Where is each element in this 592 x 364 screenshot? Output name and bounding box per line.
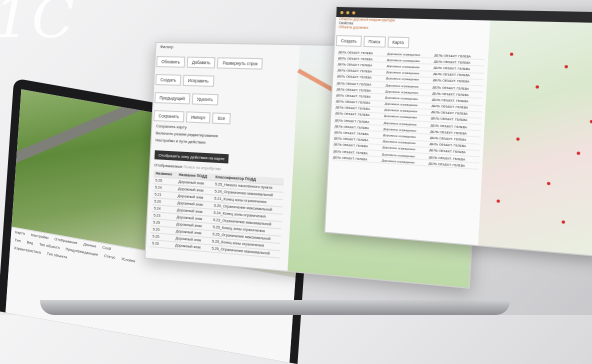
filter-search-input[interactable]: Поиск по атрибутам xyxy=(183,164,221,171)
toolbar-button[interactable]: Добавить xyxy=(187,57,216,69)
filter-dropdown[interactable]: Вид xyxy=(27,240,34,245)
tool-button[interactable]: Сохранить xyxy=(153,110,184,122)
map-pin-icon[interactable] xyxy=(536,85,539,88)
topo-map[interactable] xyxy=(478,20,592,256)
nav-button[interactable]: Предыдущий xyxy=(154,92,190,104)
nav-button[interactable]: Удалить xyxy=(191,93,218,105)
panel-tab[interactable]: Данные xyxy=(83,242,96,248)
tool-button[interactable]: Импорт xyxy=(186,111,211,123)
map-pin-icon[interactable] xyxy=(562,220,566,223)
map-pin-icon[interactable] xyxy=(516,137,519,140)
toolbar-button[interactable]: Поиск xyxy=(363,36,385,48)
filter-dropdown[interactable]: Тип xyxy=(15,238,21,243)
filter-dropdown[interactable]: Статус xyxy=(104,254,116,260)
column-header: Характеристика xyxy=(14,246,41,255)
objects-window: Объекты дорожной инфраструктуры Свойства… xyxy=(324,6,592,257)
table-cell: 5.25 xyxy=(150,240,173,249)
map-pin-icon[interactable] xyxy=(565,65,569,68)
toolbar-button[interactable]: Развернуть строк xyxy=(217,57,263,69)
map-pin-icon[interactable] xyxy=(497,199,500,202)
filter-label: Отображаемые xyxy=(154,162,183,169)
map-pin-icon[interactable] xyxy=(547,182,551,185)
action-button[interactable]: Исправить xyxy=(183,75,214,87)
laptop-base xyxy=(40,300,510,315)
column-header: Тип объекта xyxy=(47,252,68,260)
window-dot-icon xyxy=(352,11,355,14)
toolbar-button[interactable]: Создать xyxy=(336,35,362,47)
map-pin-icon[interactable] xyxy=(577,152,581,155)
objects-list-panel: Объекты дорожной инфраструктуры Свойства… xyxy=(325,17,491,245)
show-zone-button[interactable]: Отобразить зону действия на карте xyxy=(154,150,229,163)
objects-list-table: ДЕЛЬ ОБЪЕКТ. ГБЛЕВА Дорожное ограждение ДЕ… xyxy=(332,49,485,170)
tool-button[interactable]: Всё xyxy=(212,112,230,124)
map-pin-icon[interactable] xyxy=(510,53,513,56)
toolbar-button[interactable]: Обновить xyxy=(156,56,185,68)
window-dot-icon xyxy=(346,11,349,14)
window-dot-icon xyxy=(340,11,343,14)
toolbar-button[interactable]: Карта xyxy=(387,36,409,48)
filter-panel: Фильтр Обновить Добавить Развернуть строк … xyxy=(146,43,301,271)
panel-tab[interactable]: Карта xyxy=(15,230,25,236)
objects-table: Название Название ПОДД Классификатор ПОДД … xyxy=(150,170,284,258)
action-button[interactable]: Создать xyxy=(155,74,181,86)
panel-tab[interactable]: Слой xyxy=(102,246,111,251)
